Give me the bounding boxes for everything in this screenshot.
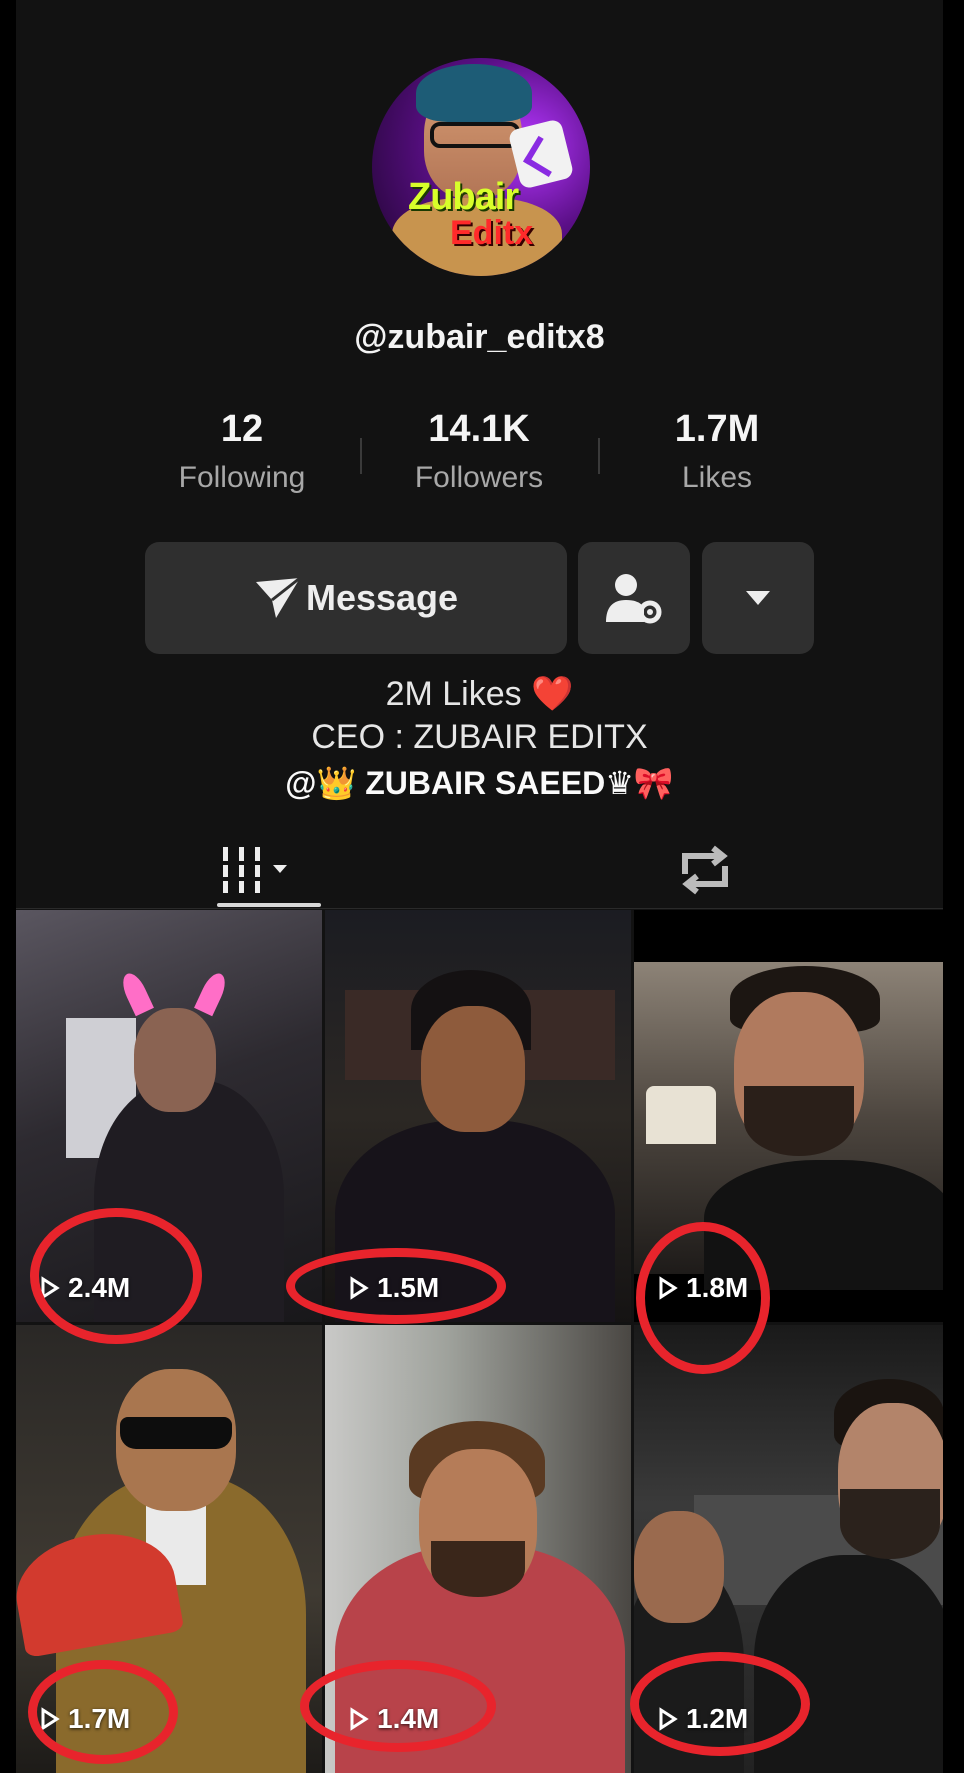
thumbnail-face <box>134 1008 216 1112</box>
video-thumbnail[interactable]: 1.7M <box>16 1325 322 1773</box>
view-count: 1.5M <box>349 1272 439 1304</box>
stat-label: Followers <box>414 461 544 494</box>
play-icon <box>350 1707 369 1731</box>
video-thumbnail[interactable]: 2.4M <box>16 910 322 1322</box>
view-count-text: 1.5M <box>377 1272 440 1303</box>
play-icon <box>41 1276 60 1300</box>
play-icon <box>41 1707 60 1731</box>
tabs-divider <box>16 908 943 909</box>
person-gear-icon <box>606 574 662 624</box>
stat-following[interactable]: 12 Following <box>142 408 342 495</box>
view-count: 1.2M <box>658 1703 748 1735</box>
repost-icon <box>682 845 728 895</box>
thumbnail-person <box>754 1555 943 1773</box>
bio-mention[interactable]: @👑 ZUBAIR SAEED♛🎀 <box>16 764 943 802</box>
thumbnail-lamp <box>646 1086 716 1144</box>
play-icon <box>659 1276 678 1300</box>
thumbnail-face <box>634 1511 724 1623</box>
tab-reposts[interactable] <box>642 830 768 910</box>
stat-divider <box>360 438 362 474</box>
view-count: 1.4M <box>349 1703 439 1735</box>
tab-videos[interactable] <box>192 830 318 910</box>
stat-value: 12 <box>220 408 264 450</box>
stat-value: 1.7M <box>674 408 760 450</box>
avatar-logo-subtext: Editx <box>450 214 534 252</box>
thumbnail-beard <box>840 1489 940 1559</box>
thumbnail-beard <box>744 1086 854 1156</box>
stat-followers[interactable]: 14.1K Followers <box>379 408 579 495</box>
follow-settings-button[interactable] <box>578 542 690 654</box>
play-icon <box>659 1707 678 1731</box>
avatar-logo-text: Zubair <box>408 176 519 218</box>
view-count-text: 2.4M <box>68 1272 131 1303</box>
video-thumbnail[interactable]: 1.2M <box>634 1325 943 1773</box>
video-thumbnail[interactable]: 1.4M <box>325 1325 631 1773</box>
stat-label: Likes <box>681 461 753 494</box>
stat-label: Following <box>178 461 306 494</box>
video-thumbnail[interactable]: 1.5M <box>325 910 631 1322</box>
view-count-text: 1.8M <box>686 1272 749 1303</box>
paper-plane-icon <box>255 576 301 618</box>
username: @zubair_editx8 <box>354 318 605 356</box>
view-count-text: 1.4M <box>377 1703 440 1734</box>
bio-line: 2M Likes ❤️ <box>385 675 574 713</box>
active-tab-indicator <box>217 903 321 907</box>
view-count-text: 1.2M <box>686 1703 749 1734</box>
thumbnail-face <box>421 1006 525 1132</box>
view-count: 1.7M <box>40 1703 130 1735</box>
message-label: Message <box>305 577 459 618</box>
play-icon <box>350 1276 369 1300</box>
stat-likes[interactable]: 1.7M Likes <box>617 408 817 495</box>
thumbnail-person <box>704 1160 943 1290</box>
avatar[interactable]: Zubair Editx <box>372 58 590 276</box>
avatar-hair <box>416 64 532 122</box>
video-thumbnail[interactable]: 1.8M <box>634 910 943 1322</box>
stat-divider <box>598 438 600 474</box>
view-count: 1.8M <box>658 1272 748 1304</box>
stat-value: 14.1K <box>428 408 530 450</box>
thumbnail-sunglasses <box>120 1417 232 1449</box>
caret-down-icon <box>746 591 770 605</box>
more-dropdown-button[interactable] <box>702 542 814 654</box>
view-count-text: 1.7M <box>68 1703 131 1734</box>
profile-screen: Zubair Editx @zubair_editx8 12 Following… <box>16 0 943 1773</box>
avatar-glasses <box>430 122 520 148</box>
view-count: 2.4M <box>40 1272 130 1304</box>
message-button[interactable]: Message <box>145 542 567 654</box>
bio-line: CEO : ZUBAIR EDITX <box>311 718 648 756</box>
grid-icon <box>221 847 287 893</box>
thumbnail-beard <box>431 1541 525 1597</box>
